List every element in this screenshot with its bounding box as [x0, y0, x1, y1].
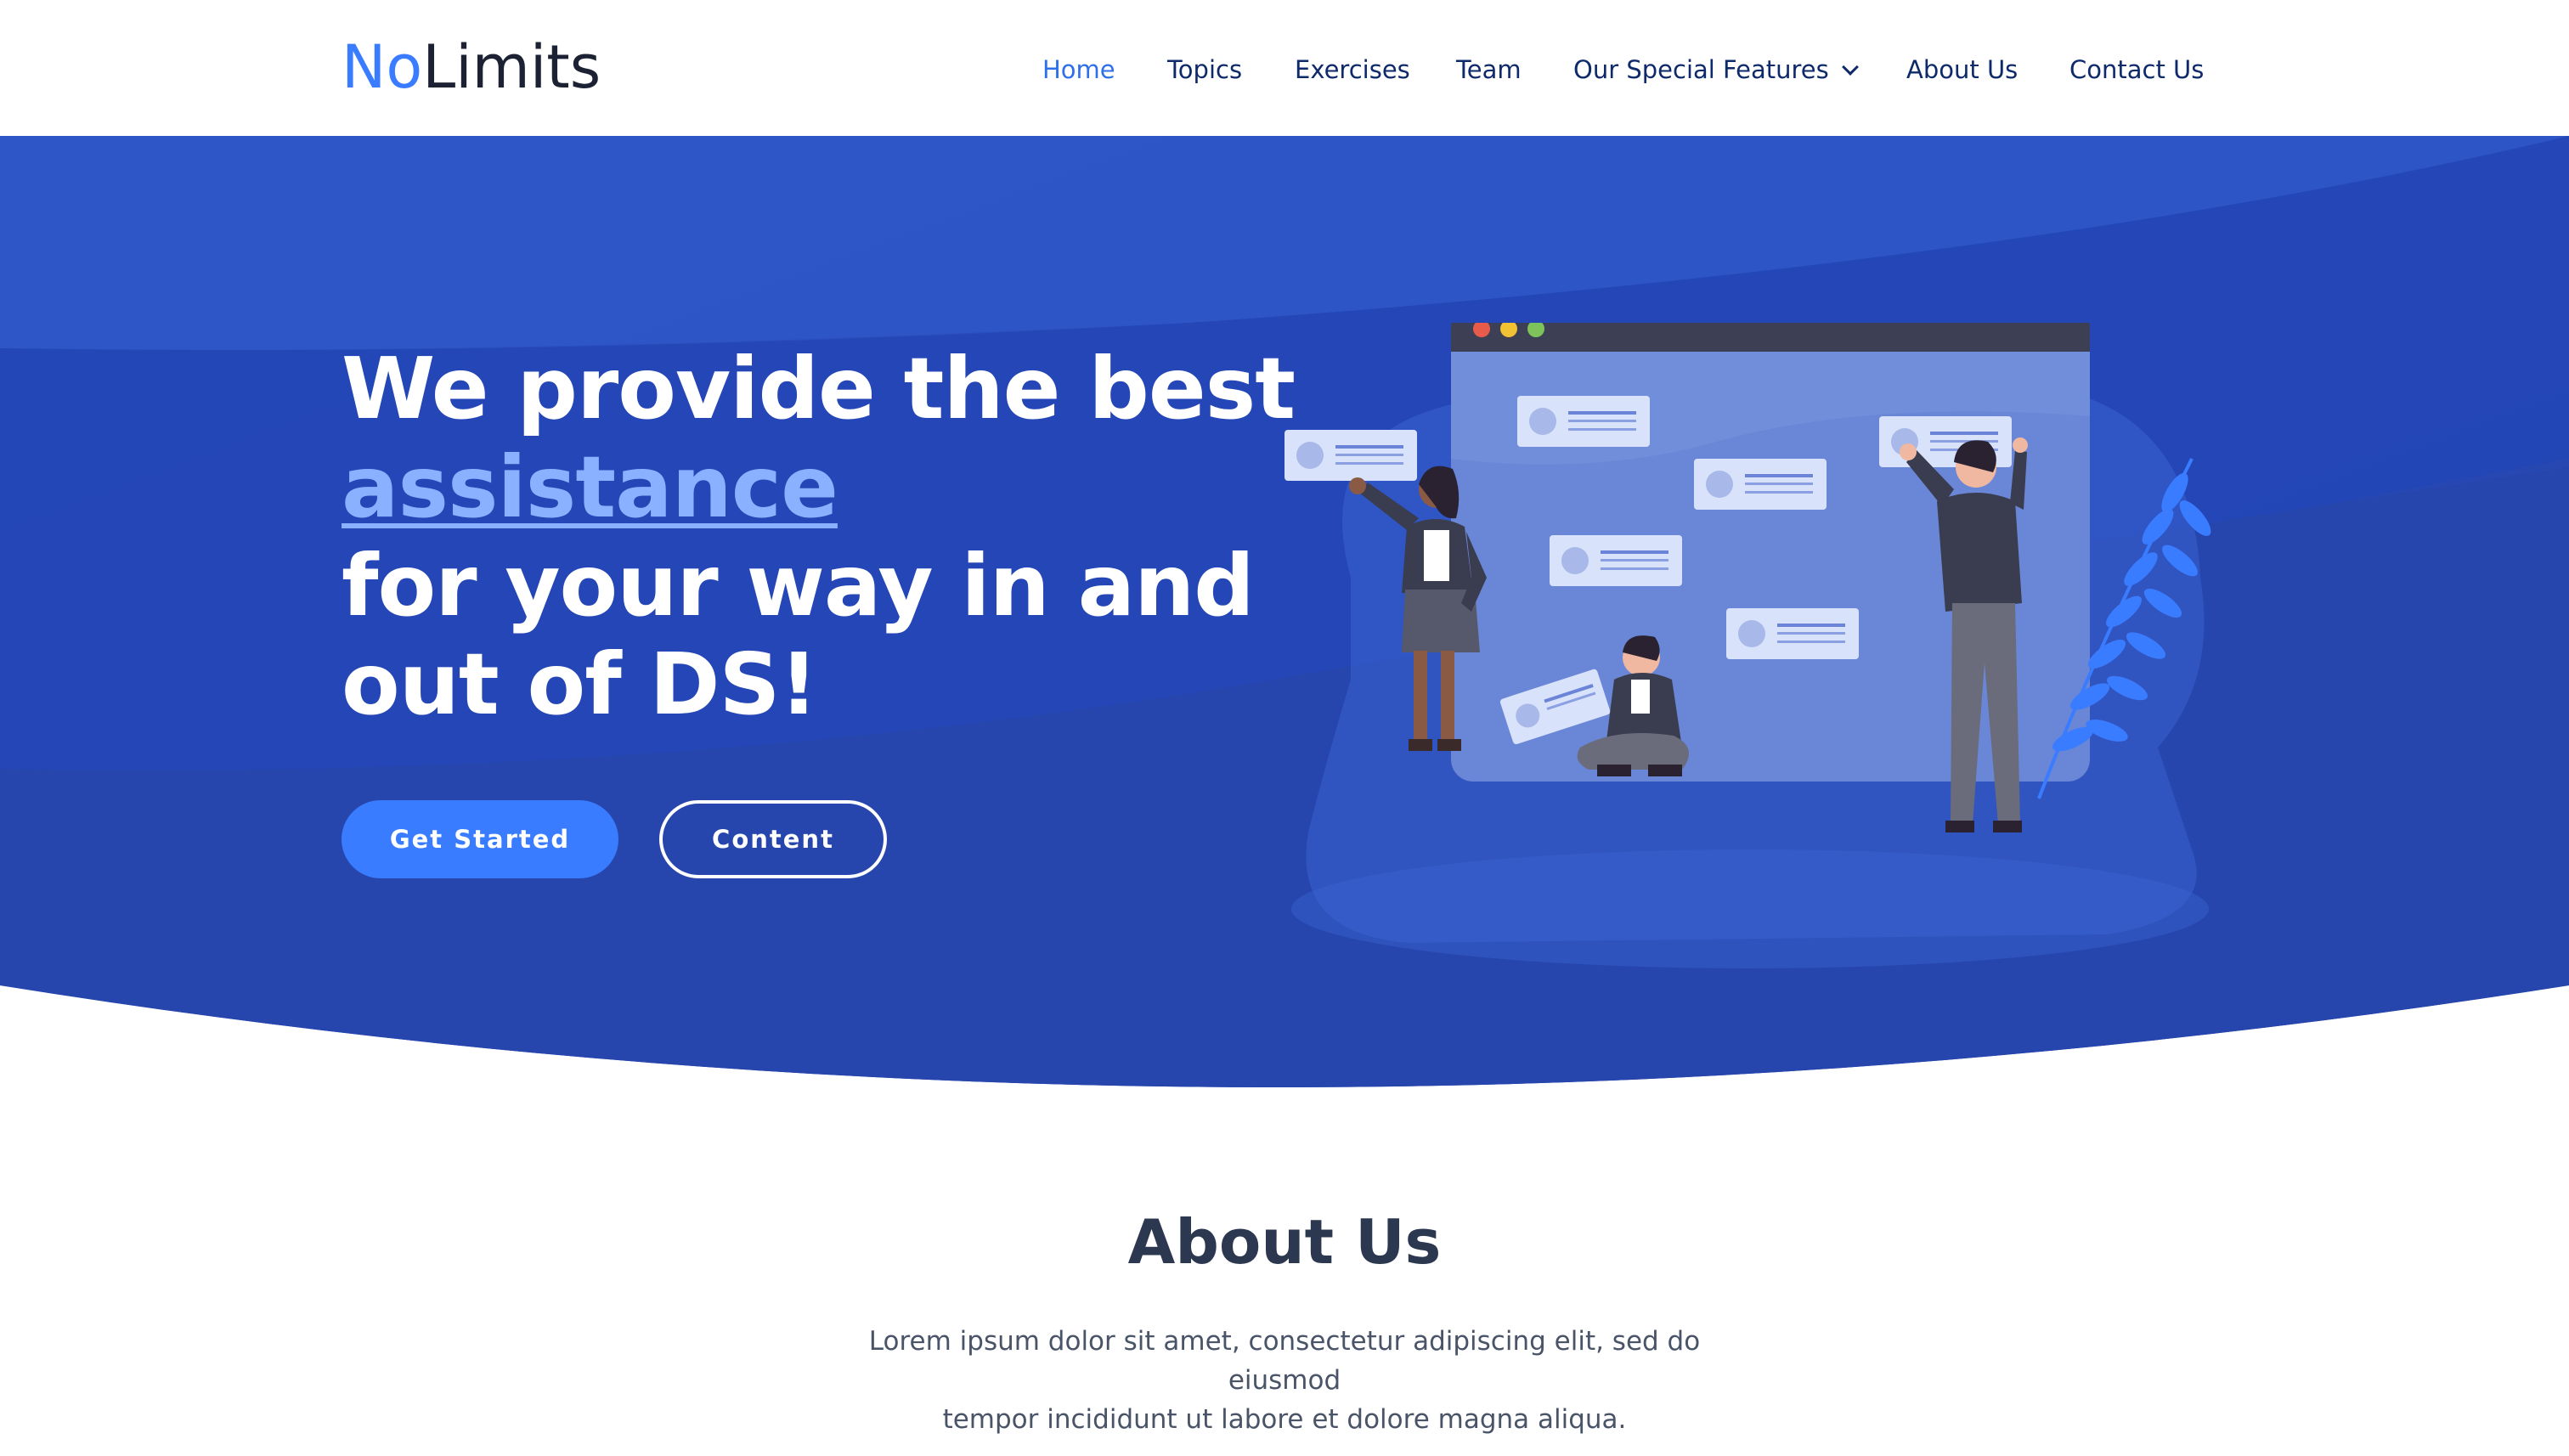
about-description-line1: Lorem ipsum dolor sit amet, consectetur …	[868, 1326, 1701, 1396]
profile-card	[1726, 608, 1859, 659]
nav-contact[interactable]: Contact Us	[2069, 51, 2204, 88]
about-title: About Us	[1127, 1206, 1442, 1278]
nav-team[interactable]: Team	[1456, 51, 1522, 88]
headline-line4: out of DS!	[342, 635, 818, 734]
headline-line3: for your way in and	[342, 536, 1255, 635]
nav-topics[interactable]: Topics	[1167, 51, 1242, 88]
main-nav: Home Topics Exercises Team Our Special F…	[0, 51, 2569, 88]
headline-line1: We provide the best	[342, 339, 1296, 438]
hero-section: We provide the best assistance for your …	[0, 136, 2569, 1116]
nav-special-features-label: Our Special Features	[1573, 55, 1829, 84]
get-started-button[interactable]: Get Started	[342, 800, 618, 878]
nav-exercises[interactable]: Exercises	[1295, 51, 1410, 88]
nav-home[interactable]: Home	[1042, 51, 1115, 88]
site-header: NoLimits Home Topics Exercises Team Our …	[0, 0, 2569, 136]
profile-card	[1550, 535, 1682, 586]
content-button[interactable]: Content	[659, 800, 887, 878]
chevron-down-icon	[1841, 59, 1859, 76]
illustration-ground	[1291, 849, 2209, 968]
profile-card	[1517, 396, 1650, 447]
about-description-line2: tempor incididunt ut labore et dolore ma…	[942, 1404, 1627, 1435]
hero-headline: We provide the best assistance for your …	[342, 339, 1296, 734]
headline-accent: assistance	[342, 437, 838, 537]
profile-card	[1694, 459, 1827, 510]
team-illustration	[1284, 323, 2211, 968]
browser-titlebar	[1451, 323, 2090, 352]
nav-about[interactable]: About Us	[1906, 51, 2018, 88]
profile-card	[1284, 430, 1417, 481]
nav-special-features[interactable]: Our Special Features	[1573, 51, 1859, 88]
about-description: Lorem ipsum dolor sit amet, consectetur …	[817, 1322, 1752, 1439]
